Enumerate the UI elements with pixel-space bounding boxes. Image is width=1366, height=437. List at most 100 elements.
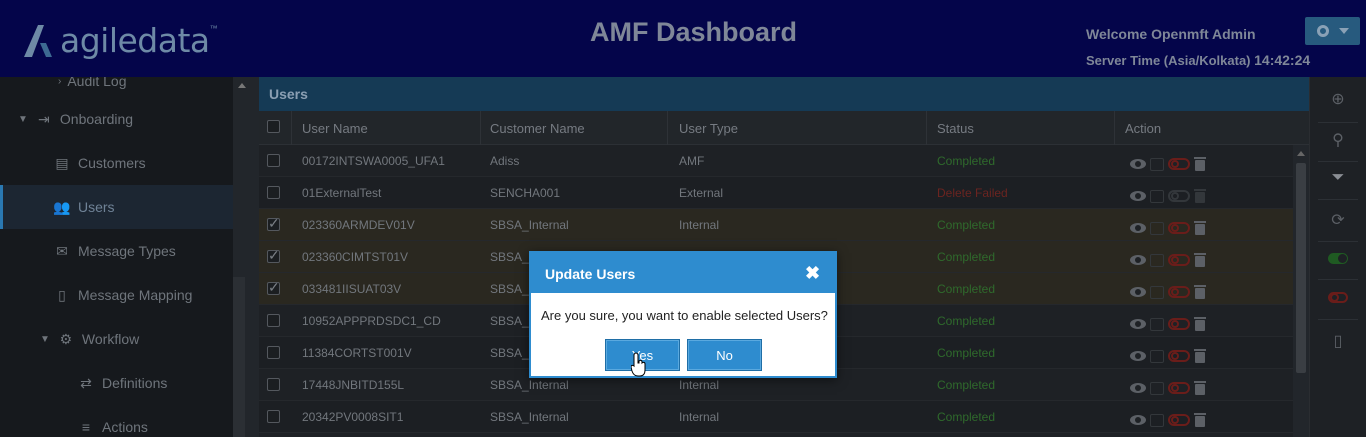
cell-status: Completed [937, 154, 996, 168]
view-icon[interactable] [1130, 383, 1146, 393]
row-actions [1130, 317, 1206, 331]
toolbar-divider [1318, 241, 1358, 242]
table-row[interactable]: 023360ARMDEV01V SBSA_Internal Internal C… [259, 209, 1293, 241]
toggle-on-icon[interactable] [1325, 245, 1351, 271]
column-divider [926, 111, 927, 145]
toggle-off-icon[interactable] [1168, 350, 1190, 362]
edit-icon[interactable] [1150, 317, 1164, 331]
view-icon[interactable] [1130, 319, 1146, 329]
row-checkbox[interactable] [267, 378, 280, 391]
right-toolbar: ⊕ ⚲ ⏷ ⟳ ▯ [1309, 77, 1366, 437]
view-icon[interactable] [1130, 287, 1146, 297]
row-checkbox[interactable] [267, 186, 280, 199]
view-icon[interactable] [1130, 159, 1146, 169]
column-header-status[interactable]: Status [937, 121, 974, 136]
toggle-off-icon[interactable] [1168, 222, 1190, 234]
toggle-off-icon[interactable] [1168, 318, 1190, 330]
trash-icon[interactable] [1194, 253, 1206, 267]
edit-icon[interactable] [1150, 253, 1164, 267]
table-row[interactable]: 01ExternalTest SENCHA001 External Delete… [259, 177, 1293, 209]
scrollbar-thumb[interactable] [1296, 163, 1306, 373]
trash-icon[interactable] [1194, 285, 1206, 299]
cell-user-name: 01ExternalTest [302, 186, 382, 200]
toggle-off-icon[interactable] [1168, 254, 1190, 266]
logo-trademark: ™ [209, 24, 218, 33]
view-icon[interactable] [1130, 415, 1146, 425]
sidebar-item-label: Message Mapping [78, 287, 193, 303]
page-title: AMF Dashboard [590, 17, 798, 47]
sidebar-item-message-mapping[interactable]: ▯ Message Mapping [0, 273, 233, 317]
table-row[interactable]: 00172INTSWA0005_UFA1 Adiss AMF Completed [259, 145, 1293, 177]
cell-status: Completed [937, 218, 996, 232]
server-time: Server Time (Asia/Kolkata) 14:42:24 [1086, 52, 1310, 68]
column-header-user-name[interactable]: User Name [302, 121, 368, 136]
cell-customer-name: SBSA_Internal [490, 218, 569, 232]
trash-icon[interactable] [1194, 157, 1206, 171]
sidebar-item-users[interactable]: 👥 Users [0, 185, 233, 229]
toggle-off-icon[interactable] [1168, 414, 1190, 426]
trash-icon[interactable] [1194, 317, 1206, 331]
cell-status: Completed [937, 250, 996, 264]
sidebar-item-workflow[interactable]: ▼ ⚙ Workflow [0, 317, 233, 361]
filter-icon[interactable]: ⏷ [1325, 165, 1351, 191]
view-icon[interactable] [1130, 223, 1146, 233]
trash-icon[interactable] [1194, 221, 1206, 235]
view-icon[interactable] [1130, 351, 1146, 361]
sidebar-scrollbar[interactable] [233, 77, 259, 437]
scroll-up-icon[interactable] [238, 83, 246, 88]
trash-icon[interactable] [1194, 349, 1206, 363]
row-checkbox[interactable] [267, 154, 280, 167]
edit-icon [1150, 189, 1164, 203]
toggle-off-icon [1168, 190, 1190, 202]
column-divider [291, 111, 292, 145]
code-file-icon: ▯ [58, 286, 66, 303]
caret-down-icon: ▼ [18, 113, 28, 125]
no-button[interactable]: No [687, 339, 762, 371]
sidebar-item-definitions[interactable]: ⇄ Definitions [0, 361, 233, 405]
row-checkbox[interactable] [267, 247, 280, 264]
table-scrollbar[interactable] [1293, 145, 1309, 437]
view-icon[interactable] [1130, 255, 1146, 265]
close-icon[interactable]: ✖ [805, 263, 820, 284]
row-checkbox[interactable] [267, 215, 280, 232]
excel-icon[interactable]: ▯ [1325, 328, 1351, 354]
sidebar: › Audit Log ▼ ⇥ Onboarding ▤ Customers 👥… [0, 77, 233, 437]
edit-icon[interactable] [1150, 157, 1164, 171]
row-checkbox[interactable] [267, 410, 280, 423]
row-actions [1130, 285, 1206, 299]
trash-icon[interactable] [1194, 413, 1206, 427]
sidebar-item-message-types[interactable]: ✉ Message Types [0, 229, 233, 273]
row-actions [1130, 221, 1206, 235]
plus-circle-icon[interactable]: ⊕ [1325, 86, 1351, 112]
edit-icon[interactable] [1150, 285, 1164, 299]
scrollbar-thumb[interactable] [233, 277, 245, 437]
search-icon[interactable]: ⚲ [1325, 127, 1351, 153]
sidebar-item-actions[interactable]: ≡ Actions [0, 405, 233, 437]
edit-icon[interactable] [1150, 221, 1164, 235]
trash-icon[interactable] [1194, 381, 1206, 395]
scroll-up-icon[interactable] [1297, 151, 1305, 156]
row-checkbox[interactable] [267, 279, 280, 296]
sidebar-item-onboarding[interactable]: ▼ ⇥ Onboarding [0, 97, 233, 141]
settings-dropdown-button[interactable] [1305, 17, 1360, 45]
sidebar-item-customers[interactable]: ▤ Customers [0, 141, 233, 185]
toggle-off-icon[interactable] [1168, 286, 1190, 298]
cell-user-name: 023360ARMDEV01V [302, 218, 415, 232]
toggle-off-icon[interactable] [1325, 284, 1351, 310]
view-icon[interactable] [1130, 191, 1146, 201]
column-header-customer-name[interactable]: Customer Name [490, 121, 585, 136]
column-header-user-type[interactable]: User Type [679, 121, 738, 136]
refresh-icon[interactable]: ⟳ [1325, 207, 1351, 233]
select-all-checkbox[interactable] [267, 120, 280, 133]
toggle-off-icon[interactable] [1168, 158, 1190, 170]
sidebar-item-label: Message Types [78, 243, 176, 259]
edit-icon[interactable] [1150, 413, 1164, 427]
row-checkbox[interactable] [267, 314, 280, 327]
row-checkbox[interactable] [267, 346, 280, 359]
edit-icon[interactable] [1150, 381, 1164, 395]
edit-icon[interactable] [1150, 349, 1164, 363]
table-row[interactable]: 20342PV0008SIT1 SBSA_Internal Internal C… [259, 401, 1293, 433]
toggle-off-icon[interactable] [1168, 382, 1190, 394]
row-actions [1130, 381, 1206, 395]
sidebar-item-label: Audit Log [67, 77, 127, 89]
